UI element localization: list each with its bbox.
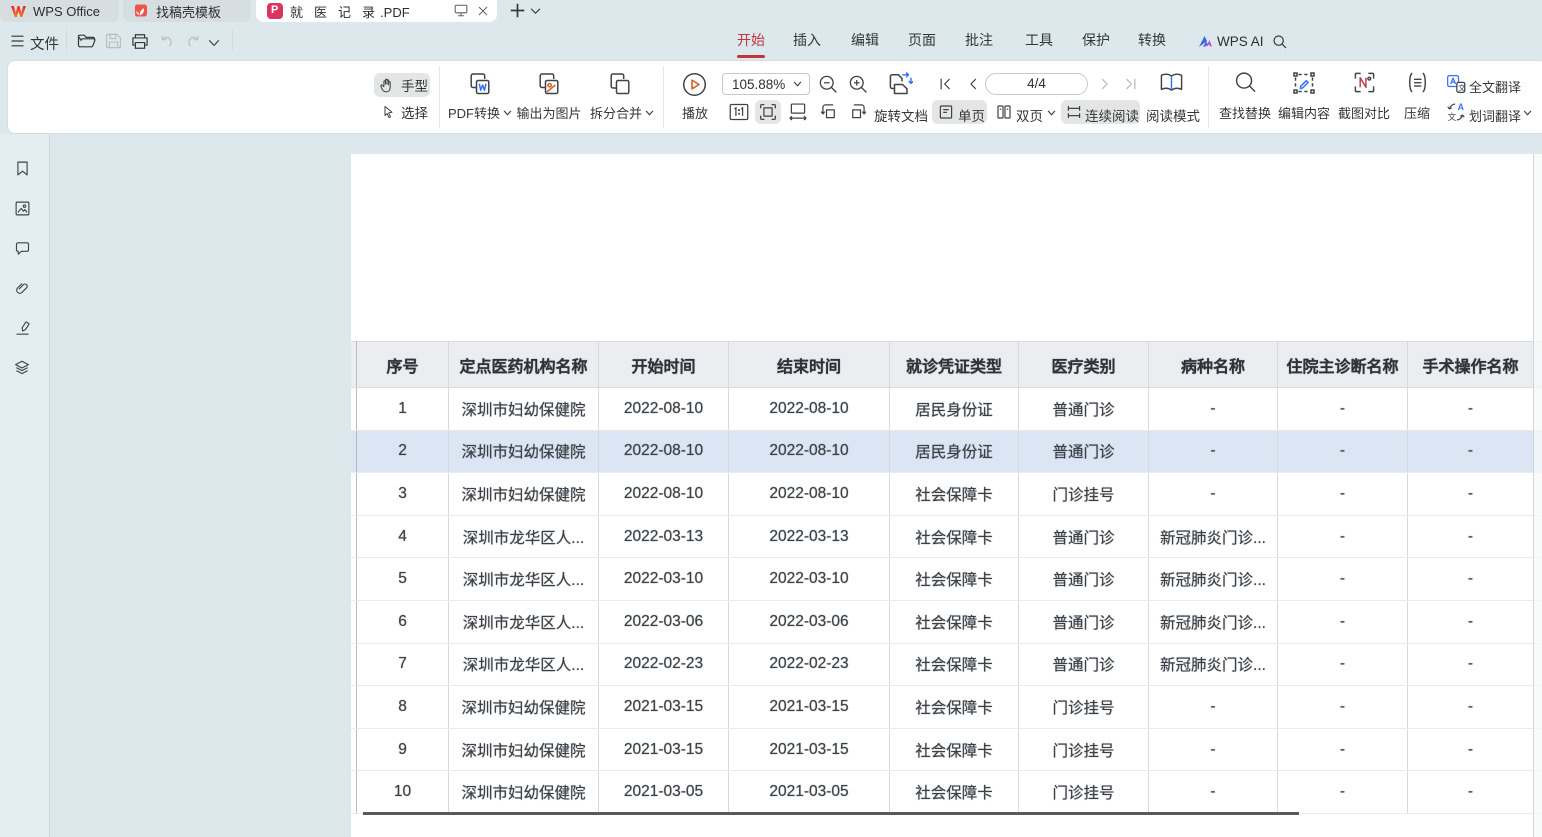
svg-text:文: 文 <box>1448 111 1457 122</box>
svg-text:A: A <box>1458 102 1465 112</box>
svg-text:文: 文 <box>1458 82 1466 92</box>
